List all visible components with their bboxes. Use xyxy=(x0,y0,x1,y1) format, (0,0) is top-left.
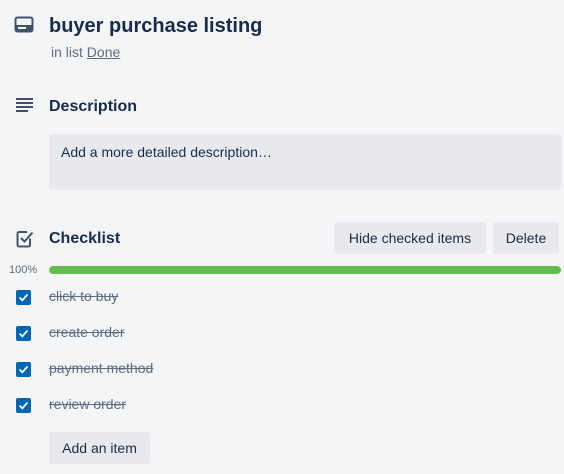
description-heading: Description xyxy=(49,98,138,115)
checkmark-icon xyxy=(18,401,29,410)
in-list-text: in list Done xyxy=(51,44,120,60)
card-icon xyxy=(14,16,34,34)
progress-bar-fill xyxy=(49,266,561,274)
delete-checklist-button[interactable]: Delete xyxy=(493,222,559,254)
checklist-checkbox-icon xyxy=(15,229,35,249)
list-name-link[interactable]: Done xyxy=(87,44,120,60)
in-list-prefix: in list xyxy=(51,44,83,60)
checklist-item[interactable]: review order xyxy=(0,388,564,424)
checklist-heading[interactable]: Checklist xyxy=(49,229,120,249)
progress-bar xyxy=(49,266,561,274)
description-lines-icon xyxy=(15,97,35,113)
add-item-button[interactable]: Add an item xyxy=(49,432,150,464)
checklist-item[interactable]: create order xyxy=(0,316,564,352)
checkbox-checked[interactable] xyxy=(16,290,31,305)
checkmark-icon xyxy=(18,293,29,302)
checklist-item[interactable]: click to buy xyxy=(0,280,564,316)
checkbox-checked[interactable] xyxy=(16,362,31,377)
checklist-item-label[interactable]: create order xyxy=(49,324,124,340)
progress-percent: 100% xyxy=(9,264,38,276)
checklist-item[interactable]: payment method xyxy=(0,352,564,388)
hide-checked-items-button[interactable]: Hide checked items xyxy=(334,222,486,254)
description-input[interactable]: Add a more detailed description… xyxy=(49,134,561,190)
checkbox-checked[interactable] xyxy=(16,326,31,341)
checklist-item-label[interactable]: click to buy xyxy=(49,288,118,304)
checkbox-checked[interactable] xyxy=(16,398,31,413)
checklist-item-label[interactable]: review order xyxy=(49,396,126,412)
checklist-item-label[interactable]: payment method xyxy=(49,360,153,376)
checkmark-icon xyxy=(18,365,29,374)
checkmark-icon xyxy=(18,329,29,338)
card-title[interactable]: buyer purchase listing xyxy=(49,14,262,38)
